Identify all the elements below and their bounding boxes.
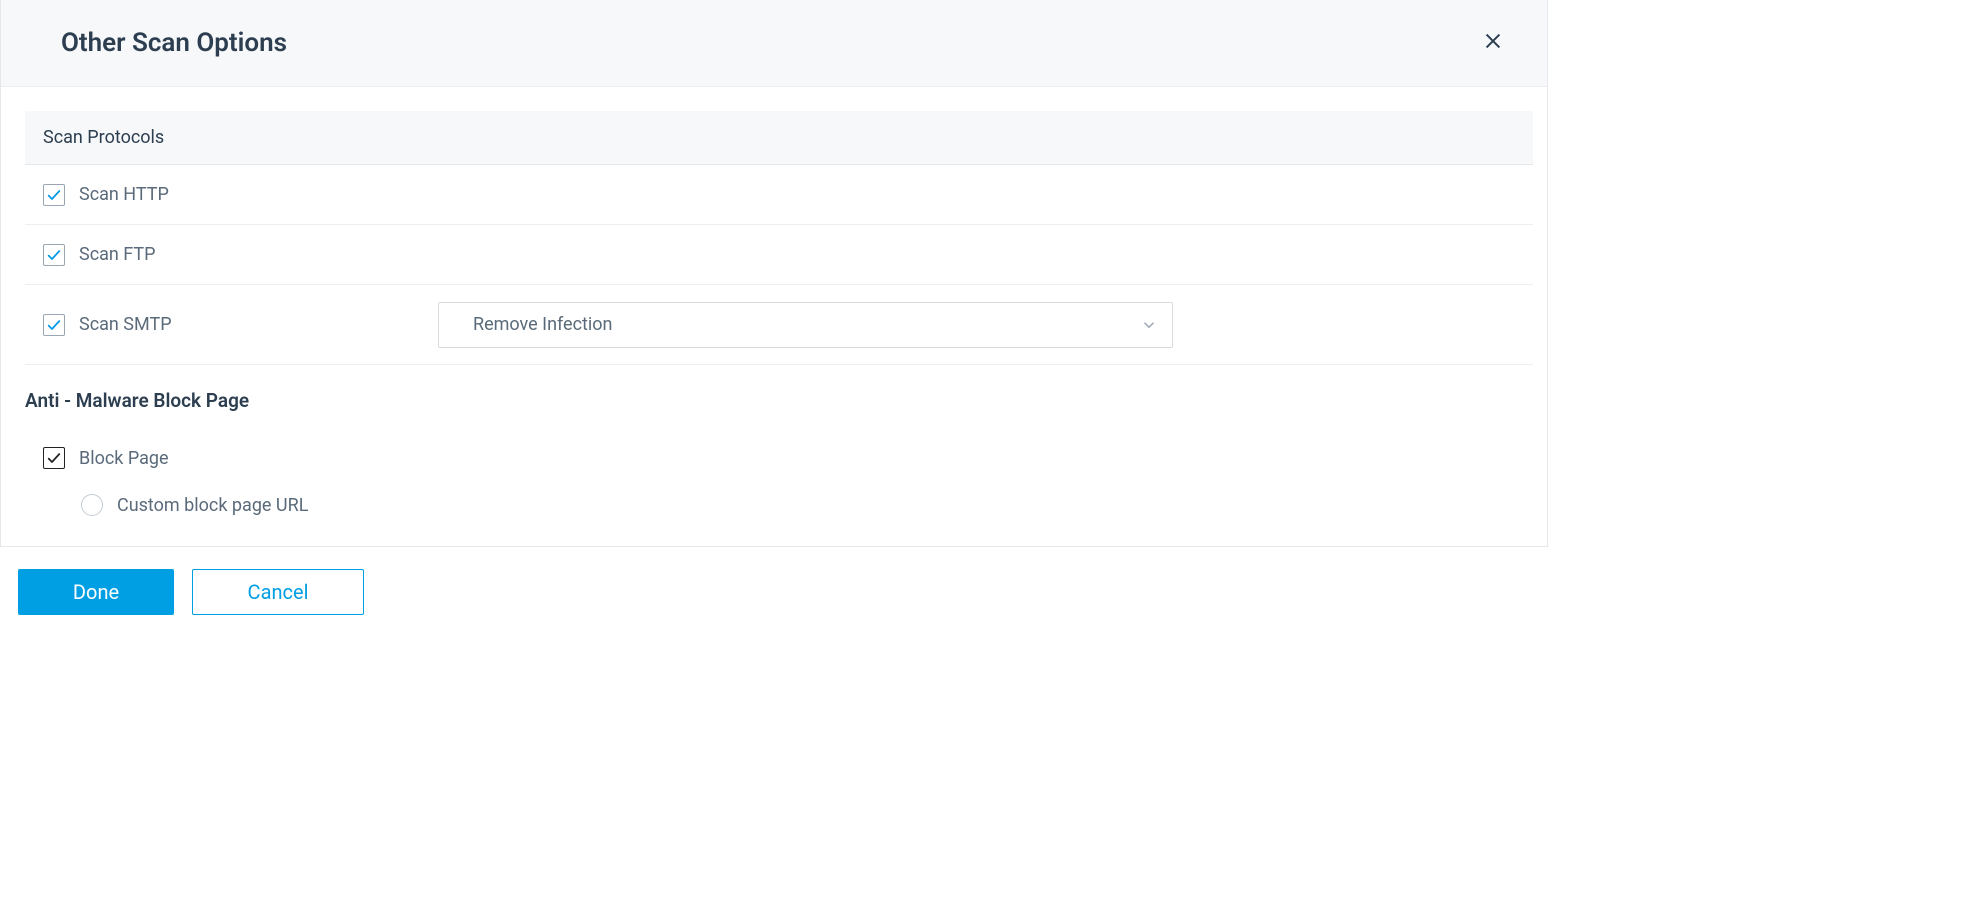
scan-ftp-checkbox[interactable] [43,244,65,266]
close-icon [1482,30,1504,56]
check-icon [46,247,62,263]
scan-smtp-row: Scan SMTP Remove Infection [25,285,1533,365]
dialog-footer: Done Cancel [0,547,1548,637]
scan-ftp-row: Scan FTP [25,225,1533,285]
cancel-button-label: Cancel [248,580,309,604]
done-button-label: Done [73,580,119,604]
done-button[interactable]: Done [18,569,174,615]
scan-smtp-left: Scan SMTP [43,314,438,336]
panel-header: Other Scan Options [1,0,1547,87]
check-icon [46,450,62,466]
anti-malware-title: Anti - Malware Block Page [25,365,1533,428]
scan-smtp-label: Scan SMTP [79,314,172,335]
custom-block-url-label: Custom block page URL [117,495,308,516]
scan-http-row: Scan HTTP [25,165,1533,225]
other-scan-options-panel: Other Scan Options Scan Protocols Scan H… [0,0,1548,547]
panel-body: Scan Protocols Scan HTTP Scan FTP Scan S… [1,87,1547,546]
scan-ftp-label: Scan FTP [79,244,156,265]
smtp-action-selected-value: Remove Infection [473,314,613,335]
scan-smtp-checkbox[interactable] [43,314,65,336]
check-icon [46,317,62,333]
smtp-action-select[interactable]: Remove Infection [438,302,1173,348]
custom-block-url-row: Custom block page URL [25,488,1533,522]
close-button[interactable] [1479,29,1507,57]
check-icon [46,187,62,203]
block-page-checkbox[interactable] [43,447,65,469]
scan-protocols-header: Scan Protocols [25,111,1533,165]
chevron-down-icon [1140,316,1158,334]
scan-http-label: Scan HTTP [79,184,169,205]
block-page-row: Block Page [25,428,1533,488]
custom-block-url-radio[interactable] [81,494,103,516]
cancel-button[interactable]: Cancel [192,569,364,615]
block-page-label: Block Page [79,448,169,469]
scan-http-checkbox[interactable] [43,184,65,206]
panel-title: Other Scan Options [61,28,287,58]
